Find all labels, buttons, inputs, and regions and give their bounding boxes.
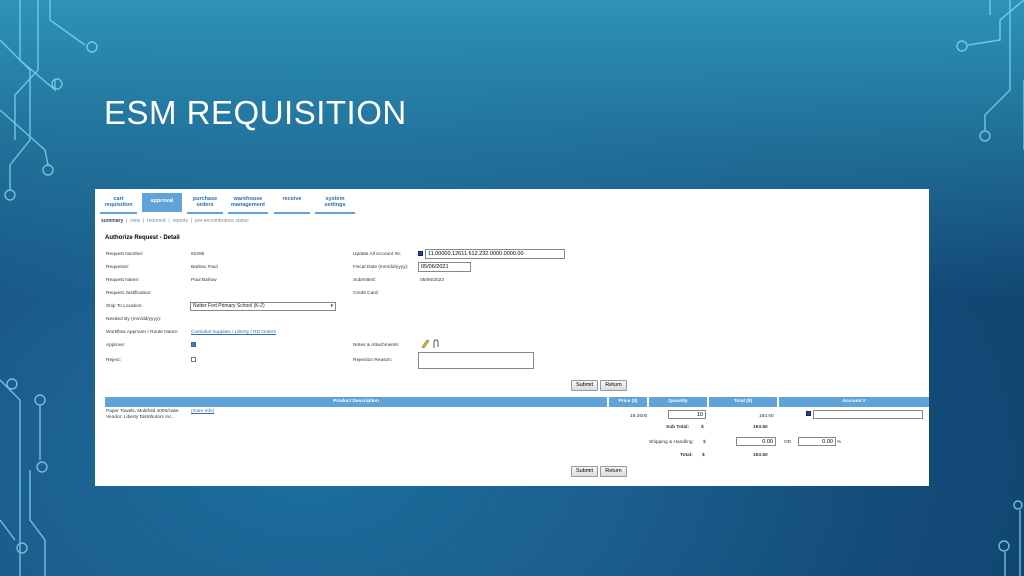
tab-receive[interactable]: receive — [274, 196, 310, 214]
column-header-account: Account # — [779, 397, 929, 407]
tab-approval[interactable]: approval — [142, 193, 182, 212]
item-total: 193.50 — [759, 414, 774, 419]
ship-to-label: Ship To Location: — [106, 304, 143, 309]
request-name-label: Request Name: — [106, 278, 140, 283]
tab-label-line2: management — [231, 202, 265, 208]
ship-to-select[interactable]: Nutter Fort Primary School (K-2) ▾ — [190, 302, 336, 311]
return-button[interactable]: Return — [600, 380, 627, 391]
tab-label-line2: settings — [324, 202, 346, 208]
workflow-label: Workflow Approver / Route Name: — [106, 330, 179, 335]
subtotal-label: Sub Total: — [666, 425, 690, 430]
shipping-label: Shipping & Handling: — [649, 440, 694, 445]
tab-label-line2: receive — [282, 196, 302, 202]
chevron-down-icon: ▾ — [330, 303, 333, 309]
request-number-value: 62295 — [191, 252, 205, 257]
paperclip-icon[interactable] — [432, 339, 440, 349]
notes-label: Notes & Attachments: — [353, 343, 400, 348]
subnav-returned[interactable]: returned — [147, 218, 166, 224]
sub-navigation: summary | view | returned | reports | pr… — [101, 218, 249, 224]
subnav-pre-encumbrance-status[interactable]: pre-encumbrance status — [195, 218, 249, 224]
column-header-quantity: Quantity — [649, 397, 707, 407]
submitted-label: Submitted: — [353, 278, 376, 283]
total-currency: $ — [702, 453, 705, 458]
or-label: OR — [784, 440, 792, 445]
item-description: Paper Towels, Multifold 4000/case — [106, 409, 179, 414]
shipping-input[interactable]: 0.00 — [736, 437, 776, 446]
screenshot-panel: cart requisition approval purchase order… — [95, 189, 929, 486]
tab-system-settings[interactable]: system settings — [315, 196, 355, 214]
fiscal-date-input[interactable]: 05/06/2021 — [418, 262, 471, 272]
column-header-price: Price ($) — [609, 397, 647, 407]
request-name-value: Paul Barlow — [191, 278, 217, 283]
subnav-summary[interactable]: summary — [101, 218, 123, 224]
subtotal-currency: $ — [701, 425, 704, 430]
reject-checkbox[interactable] — [191, 357, 196, 362]
shipping-percent-input[interactable]: 0.00 — [798, 437, 836, 446]
subtotal-value: 193.50 — [753, 425, 768, 430]
credit-card-label: Credit Card: — [353, 291, 379, 296]
item-vendor: Vendor: Liberty Distributors Inc. — [106, 415, 173, 420]
tab-warehouse-management[interactable]: warehouse management — [228, 196, 268, 214]
justification-label: Request Justification: — [106, 291, 152, 296]
account-lookup-icon[interactable] — [418, 251, 423, 256]
reject-label: Reject: — [106, 358, 121, 363]
fiscal-date-label: Fiscal Date (mm/dd/yyyy): — [353, 265, 409, 270]
rejection-reason-label: Rejection Reason: — [353, 358, 393, 363]
account-input[interactable] — [813, 410, 923, 419]
return-button-bottom[interactable]: Return — [600, 466, 627, 477]
slide-title: ESM REQUISITION — [104, 94, 407, 131]
tab-label-line2: orders — [196, 202, 214, 208]
column-header-total: Total ($) — [709, 397, 777, 407]
requestor-label: Requestor: — [106, 265, 130, 270]
update-account-input[interactable]: 11.00000.12611.612.232.0000.0000.00 — [425, 249, 565, 259]
submit-button-bottom[interactable]: Submit — [571, 466, 598, 477]
tab-purchase-orders[interactable]: purchase orders — [187, 196, 223, 214]
ship-to-selected: Nutter Fort Primary School (K-2) — [193, 303, 265, 309]
update-account-label: Update All Account #s: — [353, 252, 401, 257]
quantity-input[interactable]: 10 — [668, 410, 706, 419]
workflow-link[interactable]: Custodial Supplies / Liberty / RD Orders — [191, 330, 276, 335]
tab-cart-requisition[interactable]: cart requisition — [100, 196, 137, 214]
subnav-reports[interactable]: reports — [172, 218, 188, 224]
approve-label: Approve: — [106, 343, 126, 348]
item-price: 19.2500 — [630, 414, 648, 419]
submitted-value: 05/06/2023 — [420, 278, 445, 283]
more-info-link[interactable]: (more info) — [191, 409, 214, 414]
account-lookup-icon[interactable] — [806, 411, 811, 416]
requestor-value: Barlow, Paul — [191, 265, 218, 270]
total-label: Total: — [680, 453, 693, 458]
page-title: Authorize Request - Detail — [105, 235, 180, 241]
percent-label: % — [837, 440, 842, 445]
request-number-label: Request Number: — [106, 252, 144, 257]
subnav-view[interactable]: view — [130, 218, 140, 224]
needed-by-label: Needed By (mm/dd/yyyy): — [106, 317, 162, 322]
submit-button[interactable]: Submit — [571, 380, 598, 391]
tab-label: approval — [150, 198, 174, 204]
tab-label-line2: requisition — [104, 202, 133, 208]
rejection-reason-textarea[interactable] — [418, 352, 534, 369]
grand-total-value: 193.50 — [753, 453, 768, 458]
shipping-currency: $ — [703, 440, 706, 445]
approve-checkbox[interactable] — [191, 342, 196, 347]
column-header-product-description: Product Description — [105, 397, 607, 407]
